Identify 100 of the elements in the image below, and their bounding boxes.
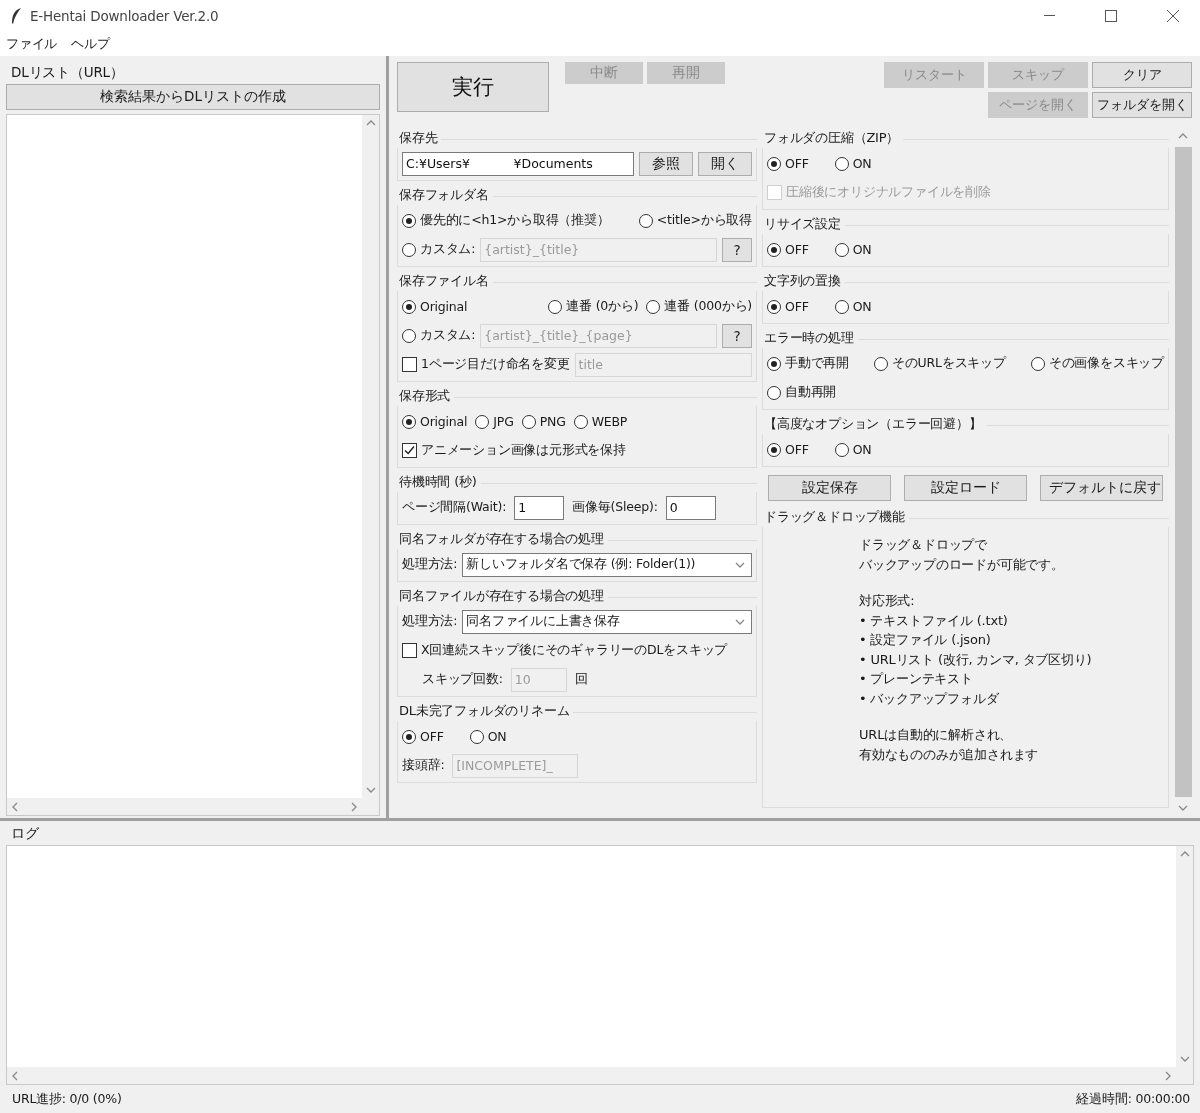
radio-option[interactable]: カスタム:: [402, 327, 476, 344]
toolbar-button[interactable]: クリア: [1092, 62, 1192, 88]
menu-item[interactable]: ファイル: [4, 35, 60, 53]
section-title: エラー時の処理: [763, 329, 855, 347]
radio-option[interactable]: Original: [402, 299, 468, 314]
radio-option[interactable]: <title>から取得: [638, 212, 752, 229]
scroll-down-icon[interactable]: [1179, 1054, 1190, 1064]
radio-indicator[interactable]: [402, 213, 416, 228]
radio-option[interactable]: ON: [834, 442, 872, 457]
radio-option[interactable]: OFF: [767, 299, 809, 314]
checkbox[interactable]: [402, 357, 417, 372]
radio-option[interactable]: 連番 (0から): [548, 298, 639, 315]
radio-option[interactable]: PNG: [521, 414, 566, 429]
scroll-left-icon[interactable]: [10, 1070, 20, 1081]
radio-option[interactable]: OFF: [402, 729, 444, 744]
radio-indicator[interactable]: [402, 328, 416, 343]
radio-option[interactable]: WEBP: [573, 414, 628, 429]
pane-title: DLリスト（URL）: [10, 63, 125, 82]
checkbox-option[interactable]: 1ページ目だけ命名を変更: [402, 356, 570, 373]
radio-option[interactable]: OFF: [767, 442, 809, 457]
field-label: 回: [574, 671, 588, 688]
action-button[interactable]: 参照: [639, 151, 693, 176]
menu-item[interactable]: ヘルプ: [69, 35, 112, 53]
scroll-down-icon[interactable]: [1178, 803, 1188, 813]
section-title: 【高度なオプション（エラー回避）】: [763, 415, 983, 433]
info-text: • バックアップフォルダ: [859, 689, 1000, 708]
scroll-up-icon[interactable]: [365, 118, 376, 128]
radio-option[interactable]: ON: [834, 242, 872, 257]
checkbox[interactable]: [402, 443, 417, 458]
radio-indicator[interactable]: [638, 213, 653, 228]
help-button[interactable]: ?: [722, 323, 752, 348]
scroll-down-icon[interactable]: [365, 785, 376, 795]
scroll-up-icon[interactable]: [1178, 131, 1188, 141]
radio-option[interactable]: カスタム:: [402, 241, 476, 258]
progress-text: URL進捗: 0/0 (0%): [12, 1090, 122, 1108]
checkbox-option[interactable]: アニメーション画像は元形式を保持: [402, 442, 626, 459]
scroll-left-icon[interactable]: [10, 801, 20, 812]
section-title: 同名フォルダが存在する場合の処理: [398, 530, 605, 548]
text-field[interactable]: 1: [514, 495, 565, 520]
info-text: 有効なもののみが追加されます: [859, 745, 1040, 764]
checkbox-option[interactable]: X回連続スキップ後にそのギャラリーのDLをスキップ: [402, 642, 728, 659]
radio-indicator[interactable]: [402, 414, 416, 429]
radio-option[interactable]: OFF: [767, 242, 809, 257]
horizontal-scrollbar[interactable]: [7, 798, 362, 815]
dropdown[interactable]: 同名ファイルに上書き保存: [462, 609, 752, 634]
radio-option[interactable]: ON: [469, 729, 507, 744]
radio-option[interactable]: 連番 (000から): [646, 298, 752, 315]
radio-indicator[interactable]: [767, 242, 781, 257]
radio-indicator[interactable]: [834, 242, 849, 257]
field-label: 接頭辞:: [402, 757, 445, 774]
checkbox[interactable]: [402, 643, 417, 658]
radio-indicator[interactable]: [1030, 356, 1045, 371]
radio-option[interactable]: そのURLをスキップ: [874, 355, 1006, 372]
radio-indicator[interactable]: [402, 299, 416, 314]
radio-indicator[interactable]: [834, 156, 849, 171]
settings-button[interactable]: デフォルトに戻す: [1040, 475, 1163, 501]
radio-indicator[interactable]: [548, 299, 563, 314]
scroll-up-icon[interactable]: [1179, 849, 1190, 859]
help-button[interactable]: ?: [722, 237, 752, 262]
radio-indicator[interactable]: [573, 414, 588, 429]
toolbar-button[interactable]: フォルダを開く: [1092, 92, 1192, 118]
radio-indicator[interactable]: [874, 356, 888, 371]
scroll-right-icon[interactable]: [349, 801, 359, 812]
radio-indicator[interactable]: [402, 729, 416, 744]
text-field[interactable]: 0: [665, 495, 716, 520]
radio-indicator[interactable]: [767, 442, 781, 457]
radio-option[interactable]: 優先的に<h1>から取得（推奨）: [402, 212, 610, 229]
radio-indicator[interactable]: [767, 156, 781, 171]
radio-indicator[interactable]: [402, 242, 416, 257]
radio-option[interactable]: 自動再開: [767, 384, 837, 401]
radio-option[interactable]: ON: [834, 156, 872, 171]
create-list-button[interactable]: 検索結果からDLリストの作成: [6, 84, 380, 110]
radio-indicator[interactable]: [475, 414, 490, 429]
horizontal-scrollbar[interactable]: [7, 1067, 1176, 1084]
radio-indicator[interactable]: [767, 356, 781, 371]
radio-option[interactable]: JPG: [475, 414, 514, 429]
radio-indicator[interactable]: [521, 414, 536, 429]
section-title: 保存形式: [398, 387, 452, 405]
radio-option[interactable]: Original: [402, 414, 468, 429]
radio-option[interactable]: OFF: [767, 156, 809, 171]
settings-button[interactable]: 設定ロード: [904, 475, 1027, 501]
radio-option[interactable]: その画像をスキップ: [1030, 355, 1164, 372]
scroll-right-icon[interactable]: [1163, 1070, 1173, 1081]
section-title: DL未完了フォルダのリネーム: [398, 702, 571, 720]
dropdown[interactable]: 新しいフォルダ名で保存 (例: Folder(1)): [462, 552, 752, 577]
radio-indicator[interactable]: [767, 385, 781, 400]
vertical-scrollbar[interactable]: [1176, 846, 1193, 1067]
radio-option[interactable]: 手動で再開: [767, 355, 849, 372]
radio-indicator[interactable]: [834, 442, 849, 457]
radio-option[interactable]: ON: [834, 299, 872, 314]
radio-indicator[interactable]: [469, 729, 484, 744]
text-field[interactable]: C:¥Users¥ ¥Documents: [402, 151, 634, 176]
settings-button[interactable]: 設定保存: [768, 475, 891, 501]
action-button[interactable]: 開く: [698, 151, 752, 176]
vertical-scrollbar[interactable]: [362, 115, 379, 798]
radio-indicator[interactable]: [767, 299, 781, 314]
radio-indicator[interactable]: [646, 299, 661, 314]
run-button[interactable]: 実行: [397, 62, 549, 112]
radio-indicator[interactable]: [834, 299, 849, 314]
info-text: • URLリスト (改行, カンマ, タブ区切り): [859, 650, 1093, 669]
